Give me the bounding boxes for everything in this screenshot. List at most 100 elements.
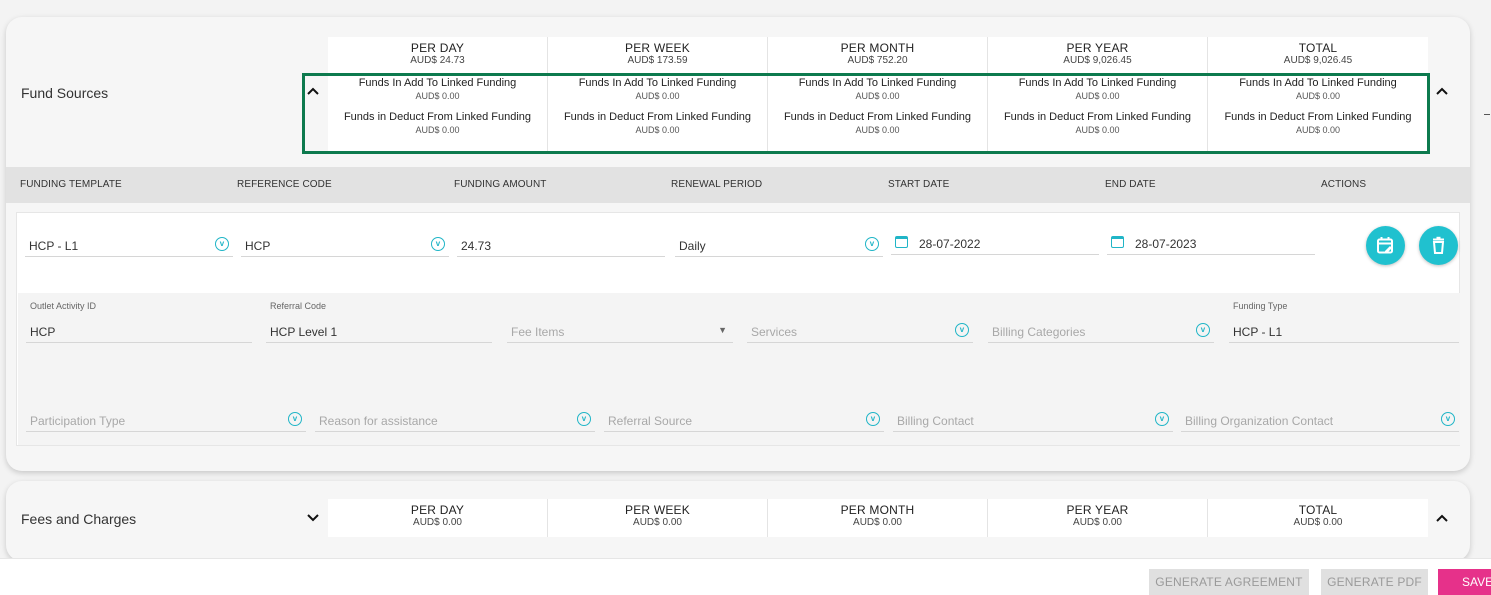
funding-table-header: FUNDING TEMPLATE REFERENCE CODE FUNDING … (6, 167, 1470, 203)
start-date-input[interactable]: 28-07-2022 (891, 231, 1099, 255)
circle-chevron-down-icon[interactable]: v (288, 412, 302, 426)
add-linked-label: Funds In Add To Linked Funding (798, 77, 957, 89)
summary-head: PER MONTH (840, 41, 915, 55)
column-header: RENEWAL PERIOD (671, 179, 763, 190)
circle-chevron-down-icon[interactable]: v (955, 323, 969, 337)
circle-chevron-down-icon[interactable]: v (215, 237, 229, 251)
column-header: REFERENCE CODE (237, 179, 332, 190)
chevron-up-icon[interactable] (303, 81, 323, 101)
outlet-activity-value: HCP (30, 325, 56, 339)
referral-code-input[interactable]: HCP Level 1 (266, 319, 492, 343)
summary-head: TOTAL (1298, 503, 1338, 517)
add-linked-value: AUD$ 0.00 (1295, 91, 1341, 101)
summary-per-month: PER MONTH AUD$ 752.20 Funds In Add To Li… (768, 37, 988, 151)
fees-per-year: PER YEAR AUD$ 0.00 (988, 499, 1208, 537)
fund-sources-summary: PER DAY AUD$ 24.73 Funds In Add To Linke… (328, 37, 1428, 151)
add-linked-value: AUD$ 0.00 (635, 91, 680, 101)
add-linked-label: Funds In Add To Linked Funding (1018, 77, 1177, 89)
edit-calendar-icon (1377, 237, 1393, 254)
circle-chevron-down-icon[interactable]: v (1155, 412, 1169, 426)
funding-amount-value: 24.73 (461, 239, 492, 253)
add-linked-label: Funds In Add To Linked Funding (1239, 77, 1397, 89)
funding-template-value: HCP - L1 (29, 239, 79, 253)
chevron-up-icon[interactable] (1432, 81, 1452, 101)
fees-per-day: PER DAY AUD$ 0.00 (328, 499, 548, 537)
billing-org-contact-select[interactable]: Billing Organization Contact v (1181, 408, 1459, 432)
renewal-period-select[interactable]: Daily v (675, 233, 883, 257)
fees-per-month: PER MONTH AUD$ 0.00 (768, 499, 988, 537)
funding-type-input[interactable]: HCP - L1 (1229, 319, 1459, 343)
chevron-up-icon[interactable] (1432, 508, 1452, 528)
caret-down-icon[interactable]: ▼ (718, 325, 727, 335)
add-linked-label: Funds In Add To Linked Funding (578, 77, 737, 89)
column-header: FUNDING TEMPLATE (20, 179, 122, 190)
summary-amount: AUD$ 173.59 (627, 55, 688, 66)
deduct-linked-label: Funds in Deduct From Linked Funding (1224, 111, 1412, 123)
trash-icon (1432, 236, 1445, 254)
referral-code-value: HCP Level 1 (270, 325, 338, 339)
circle-chevron-down-icon[interactable]: v (1441, 412, 1455, 426)
add-linked-label: Funds In Add To Linked Funding (358, 77, 517, 89)
circle-chevron-down-icon[interactable]: v (1196, 323, 1210, 337)
summary-amount: AUD$ 0.00 (853, 517, 902, 528)
save-button[interactable]: SAVE (1438, 569, 1491, 595)
summary-head: PER WEEK (625, 503, 690, 517)
deduct-linked-value: AUD$ 0.00 (415, 125, 460, 135)
outlet-activity-input[interactable]: HCP (26, 319, 252, 343)
circle-chevron-down-icon[interactable]: v (577, 412, 591, 426)
summary-head: PER DAY (410, 503, 465, 517)
billing-contact-select[interactable]: Billing Contact v (893, 408, 1173, 432)
add-linked-value: AUD$ 0.00 (855, 91, 900, 101)
circle-chevron-down-icon[interactable]: v (865, 237, 879, 251)
fees-and-charges-title: Fees and Charges (21, 511, 137, 527)
fund-sources-title: Fund Sources (21, 85, 109, 101)
summary-head: PER DAY (410, 41, 465, 55)
renewal-period-value: Daily (679, 239, 706, 253)
delete-button[interactable] (1419, 226, 1458, 265)
reason-placeholder: Reason for assistance (319, 414, 438, 428)
end-date-value: 28-07-2023 (1135, 237, 1197, 251)
billing-categories-select[interactable]: Billing Categories v (988, 319, 1214, 343)
deduct-linked-label: Funds in Deduct From Linked Funding (1003, 111, 1192, 123)
summary-amount: AUD$ 0.00 (633, 517, 682, 528)
summary-per-day: PER DAY AUD$ 24.73 Funds In Add To Linke… (328, 37, 548, 151)
circle-chevron-down-icon[interactable]: v (866, 412, 880, 426)
edit-calendar-button[interactable] (1366, 226, 1405, 265)
fees-total: TOTAL AUD$ 0.00 (1208, 499, 1428, 537)
generate-pdf-button[interactable]: GENERATE PDF (1321, 569, 1428, 595)
summary-per-week: PER WEEK AUD$ 173.59 Funds In Add To Lin… (548, 37, 768, 151)
deduct-linked-label: Funds in Deduct From Linked Funding (783, 111, 972, 123)
summary-head: TOTAL (1298, 41, 1338, 55)
summary-amount: AUD$ 24.73 (410, 55, 465, 66)
reference-code-select[interactable]: HCP v (241, 233, 449, 257)
reason-for-assistance-select[interactable]: Reason for assistance v (315, 408, 595, 432)
generate-agreement-button[interactable]: GENERATE AGREEMENT (1149, 569, 1309, 595)
column-header: START DATE (888, 179, 950, 190)
referral-source-select[interactable]: Referral Source v (604, 408, 884, 432)
end-date-input[interactable]: 28-07-2023 (1107, 231, 1315, 255)
chevron-down-icon[interactable] (303, 508, 323, 528)
summary-head: PER WEEK (625, 41, 690, 55)
funding-template-select[interactable]: HCP - L1 v (25, 233, 233, 257)
summary-head: PER MONTH (840, 503, 915, 517)
funding-type-label: Funding Type (1233, 301, 1288, 311)
add-linked-value: AUD$ 0.00 (415, 91, 460, 101)
footer-bar: GENERATE AGREEMENT GENERATE PDF SAVE (0, 558, 1491, 595)
divider (1484, 114, 1490, 115)
billing-org-contact-placeholder: Billing Organization Contact (1185, 414, 1334, 428)
fund-sources-card: Fund Sources PER DAY AUD$ 24.73 Funds In… (6, 17, 1470, 471)
participation-type-select[interactable]: Participation Type v (26, 408, 306, 432)
calendar-icon[interactable] (1111, 236, 1124, 248)
outlet-activity-label: Outlet Activity ID (30, 301, 97, 311)
summary-amount: AUD$ 0.00 (1073, 517, 1122, 528)
funding-row-details: Outlet Activity ID HCP Referral Code HCP… (18, 293, 1460, 445)
circle-chevron-down-icon[interactable]: v (431, 237, 445, 251)
services-select[interactable]: Services v (747, 319, 973, 343)
summary-amount: AUD$ 0.00 (1293, 517, 1343, 528)
fee-items-select[interactable]: Fee Items ▼ (507, 319, 733, 343)
funding-amount-input[interactable]: 24.73 (457, 233, 665, 257)
calendar-icon[interactable] (895, 236, 908, 248)
deduct-linked-value: AUD$ 0.00 (855, 125, 900, 135)
summary-amount: AUD$ 9,026.45 (1283, 55, 1353, 66)
add-linked-value: AUD$ 0.00 (1075, 91, 1120, 101)
